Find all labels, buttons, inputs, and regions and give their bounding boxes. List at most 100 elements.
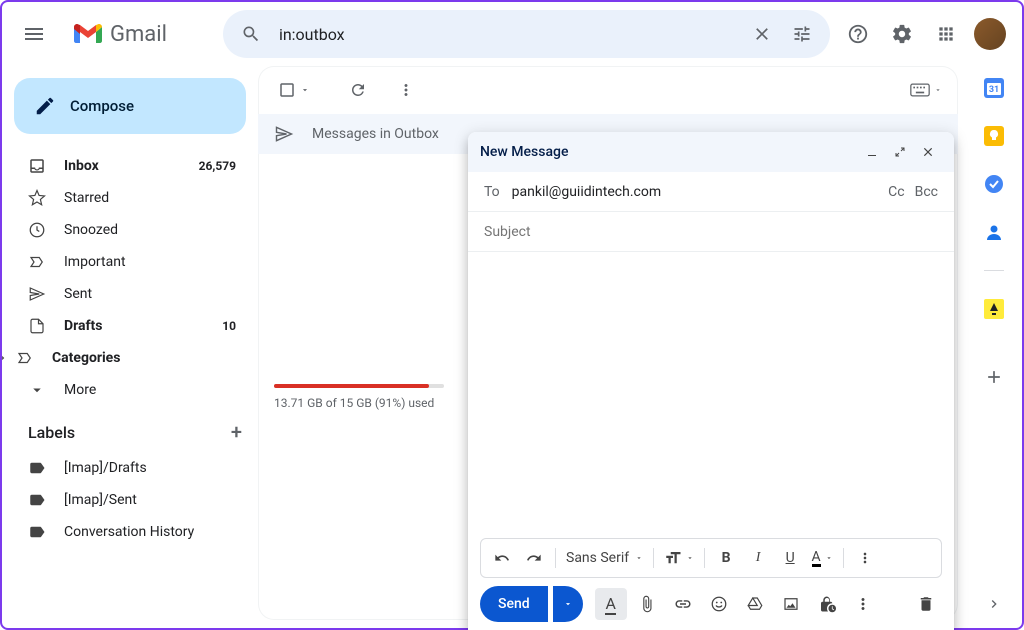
refresh-icon (349, 81, 367, 99)
insert-link-button[interactable] (667, 588, 699, 620)
more-vert-icon (857, 550, 873, 566)
to-field-row[interactable]: To pankil@guiidintech.com Cc Bcc (468, 172, 954, 212)
support-button[interactable] (838, 14, 878, 54)
image-icon (782, 595, 800, 613)
cc-button[interactable]: Cc (888, 184, 904, 200)
caret-down-icon (563, 599, 573, 609)
search-icon (241, 24, 261, 44)
label-icon (28, 523, 46, 541)
more-button[interactable] (386, 70, 426, 110)
discard-draft-button[interactable] (910, 588, 942, 620)
clock-icon (28, 221, 46, 239)
hide-panel-button[interactable] (986, 596, 1002, 612)
inbox-icon (28, 157, 46, 175)
search-box[interactable] (223, 10, 830, 58)
link-icon (674, 595, 692, 613)
subject-row[interactable] (468, 212, 954, 252)
search-button[interactable] (231, 14, 271, 54)
confidential-mode-button[interactable] (811, 588, 843, 620)
calendar-addon[interactable]: 31 (984, 78, 1004, 98)
label-item[interactable]: [Imap]/Sent (2, 484, 248, 516)
caret-down-icon (300, 85, 310, 95)
label-icon (28, 491, 46, 509)
sidebar-item-more[interactable]: More (2, 374, 248, 406)
label-icon (28, 459, 46, 477)
lock-clock-icon (818, 595, 836, 613)
minimize-button[interactable] (858, 138, 886, 166)
keyboard-icon (910, 83, 930, 97)
expand-icon (894, 146, 906, 158)
attach-button[interactable] (631, 588, 663, 620)
keep-addon[interactable] (984, 126, 1004, 146)
input-tools-button[interactable] (910, 83, 942, 97)
send-options-button[interactable] (553, 586, 583, 622)
more-vert-icon (854, 595, 872, 613)
add-label-button[interactable]: + (231, 420, 242, 444)
formatting-toggle-button[interactable]: A (595, 588, 627, 620)
contacts-addon[interactable] (984, 222, 1004, 242)
insert-drive-button[interactable] (739, 588, 771, 620)
clear-search-button[interactable] (742, 14, 782, 54)
tasks-addon[interactable] (984, 174, 1004, 194)
undo-button[interactable] (487, 544, 517, 572)
refresh-button[interactable] (338, 70, 378, 110)
addon-maps[interactable] (984, 299, 1004, 319)
get-addons-button[interactable] (984, 367, 1004, 387)
sidebar-item-categories[interactable]: Categories (2, 342, 248, 374)
chevron-down-icon (28, 381, 46, 399)
font-family-button[interactable]: Sans Serif (562, 544, 647, 572)
storage-bar (274, 384, 444, 388)
send-button[interactable]: Send (480, 586, 548, 622)
label-item[interactable]: [Imap]/Drafts (2, 452, 248, 484)
send-icon (274, 124, 294, 144)
insert-emoji-button[interactable] (703, 588, 735, 620)
sidebar-item-starred[interactable]: Starred (2, 182, 248, 214)
compose-label: Compose (70, 97, 134, 115)
to-value: pankil@guiidintech.com (512, 184, 888, 200)
account-avatar[interactable] (974, 18, 1006, 50)
bcc-button[interactable]: Bcc (915, 184, 938, 200)
attachment-icon (638, 595, 656, 613)
settings-button[interactable] (882, 14, 922, 54)
app-name: Gmail (110, 22, 167, 47)
sidebar-item-inbox[interactable]: Inbox26,579 (2, 150, 248, 182)
compose-button[interactable]: Compose (14, 78, 246, 134)
to-label: To (484, 184, 500, 200)
insert-photo-button[interactable] (775, 588, 807, 620)
side-panel: 31 (966, 66, 1022, 628)
text-color-button[interactable]: A (807, 544, 837, 572)
checkbox-icon (278, 81, 296, 99)
more-options-button[interactable] (847, 588, 879, 620)
compose-title: New Message (480, 144, 858, 160)
sidebar-item-important[interactable]: Important (2, 246, 248, 278)
bold-button[interactable]: B (711, 544, 741, 572)
close-compose-button[interactable] (914, 138, 942, 166)
sidebar-item-snoozed[interactable]: Snoozed (2, 214, 248, 246)
gmail-logo[interactable]: Gmail (66, 22, 175, 47)
font-size-button[interactable] (660, 544, 698, 572)
more-vert-icon (397, 81, 415, 99)
hamburger-icon (22, 22, 46, 46)
caret-down-icon (934, 86, 942, 94)
fullscreen-button[interactable] (886, 138, 914, 166)
star-icon (28, 189, 46, 207)
redo-button[interactable] (519, 544, 549, 572)
close-icon (921, 145, 935, 159)
italic-button[interactable]: I (743, 544, 773, 572)
sidebar-item-drafts[interactable]: Drafts10 (2, 310, 248, 342)
apps-button[interactable] (926, 14, 966, 54)
underline-button[interactable]: U (775, 544, 805, 572)
select-all-checkbox[interactable] (274, 77, 314, 103)
main-menu-button[interactable] (10, 10, 58, 58)
more-formatting-button[interactable] (850, 544, 880, 572)
search-options-button[interactable] (782, 14, 822, 54)
svg-text:31: 31 (989, 85, 999, 95)
compose-body[interactable] (468, 252, 954, 538)
text-size-icon (664, 549, 682, 567)
label-item[interactable]: Conversation History (2, 516, 248, 548)
banner-text: Messages in Outbox (312, 126, 439, 142)
sidebar-item-sent[interactable]: Sent (2, 278, 248, 310)
subject-input[interactable] (484, 224, 938, 240)
caret-down-icon (635, 554, 643, 562)
search-input[interactable] (271, 25, 742, 44)
